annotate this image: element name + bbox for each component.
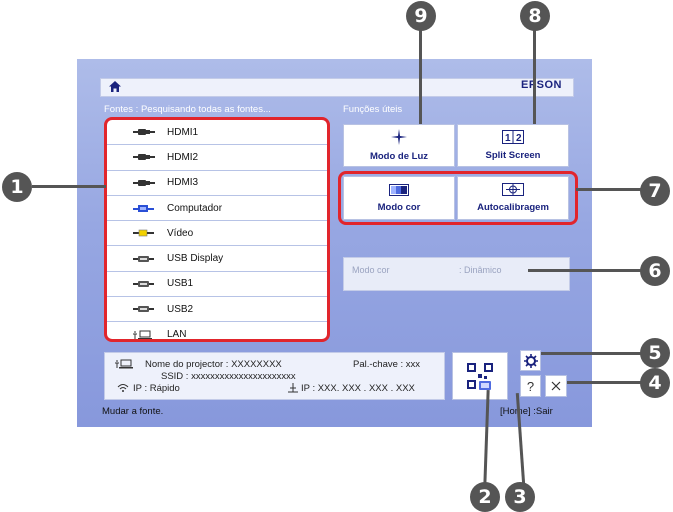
light-mode-tile[interactable]: Modo de Luz bbox=[343, 124, 455, 167]
lan-icon bbox=[115, 359, 133, 369]
callout-8: 8 bbox=[520, 1, 550, 31]
light-mode-label: Modo de Luz bbox=[369, 151, 429, 162]
source-label: USB Display bbox=[167, 253, 224, 265]
sources-label: Fontes : Pesquisando todas as fontes... bbox=[104, 104, 271, 115]
hdmi-icon bbox=[133, 179, 167, 187]
callout-9: 9 bbox=[406, 1, 436, 31]
settings-button[interactable] bbox=[520, 350, 541, 371]
source-label: Vídeo bbox=[167, 227, 194, 239]
wifi-icon bbox=[117, 384, 129, 392]
top-bar bbox=[100, 78, 574, 97]
usb-icon bbox=[133, 280, 167, 288]
split-screen-icon: 12 bbox=[502, 130, 524, 144]
leader-line-8 bbox=[533, 24, 536, 124]
source-item-lan[interactable]: LAN bbox=[107, 322, 327, 341]
light-mode-icon bbox=[391, 129, 407, 145]
source-label: HDMI2 bbox=[167, 151, 199, 163]
split-screen-label: Split Screen bbox=[485, 150, 541, 161]
home-icon[interactable] bbox=[108, 80, 122, 93]
lan-icon bbox=[133, 330, 167, 339]
callout-6: 6 bbox=[640, 256, 670, 286]
auto-calibration-tile[interactable]: Autocalibragem bbox=[457, 176, 569, 220]
source-label: Computador bbox=[167, 202, 223, 214]
auto-calibration-label: Autocalibragem bbox=[477, 202, 549, 213]
ssid: SSID : xxxxxxxxxxxxxxxxxxxxxx bbox=[161, 371, 296, 382]
source-label: USB1 bbox=[167, 278, 194, 290]
gear-icon bbox=[523, 353, 538, 368]
computer-icon bbox=[133, 204, 167, 213]
home-exit-hint: [Home] :Sair bbox=[500, 406, 553, 417]
help-icon: ? bbox=[526, 378, 535, 394]
source-item-usb2[interactable]: USB2 bbox=[107, 297, 327, 323]
callout-7: 7 bbox=[640, 176, 670, 206]
callout-5: 5 bbox=[640, 338, 670, 368]
close-button[interactable] bbox=[545, 375, 567, 397]
ip-mode: IP : Rápido bbox=[133, 383, 180, 394]
callout-1: 1 bbox=[2, 172, 32, 202]
usb-display-icon bbox=[133, 255, 167, 263]
wired-icon bbox=[288, 383, 298, 393]
source-label: LAN bbox=[167, 329, 187, 341]
source-item-hdmi3[interactable]: HDMI3 bbox=[107, 171, 327, 196]
brand-logo: EPSON bbox=[520, 79, 562, 91]
color-mode-icon bbox=[389, 183, 409, 196]
auto-calibration-icon bbox=[502, 183, 524, 196]
qr-code-icon bbox=[467, 363, 493, 390]
leader-line-1 bbox=[32, 185, 106, 188]
leader-line-6 bbox=[528, 269, 642, 272]
leader-line-5 bbox=[541, 352, 642, 355]
video-icon bbox=[133, 229, 167, 237]
hdmi-icon bbox=[133, 128, 167, 136]
usb-icon bbox=[133, 305, 167, 313]
color-mode-label: Modo cor bbox=[377, 201, 421, 213]
leader-line-4 bbox=[567, 381, 642, 384]
passkey: Pal.-chave : xxx bbox=[353, 359, 421, 370]
ip-address: IP : XXX. XXX . XXX . XXX bbox=[301, 383, 415, 394]
qr-code-button[interactable] bbox=[452, 352, 508, 400]
callout-3: 3 bbox=[505, 482, 535, 512]
source-item-hdmi1[interactable]: HDMI1 bbox=[107, 120, 327, 146]
source-item-video[interactable]: Vídeo bbox=[107, 221, 327, 247]
source-item-hdmi2[interactable]: HDMI2 bbox=[107, 145, 327, 171]
source-item-usb-display[interactable]: USB Display bbox=[107, 246, 327, 272]
source-list: HDMI1 HDMI2 HDMI3 Computador Vídeo USB D… bbox=[104, 117, 330, 342]
close-icon bbox=[551, 381, 561, 391]
source-item-computer[interactable]: Computador bbox=[107, 196, 327, 222]
source-label: HDMI3 bbox=[167, 177, 199, 189]
callout-4: 4 bbox=[640, 368, 670, 398]
source-label: USB2 bbox=[167, 303, 194, 315]
split-screen-tile[interactable]: 12 Split Screen bbox=[457, 124, 569, 167]
projector-info-panel: Nome do projector : XXXXXXXX Pal.-chave … bbox=[104, 352, 445, 400]
color-mode-tile[interactable]: Modo cor bbox=[343, 176, 455, 220]
source-item-usb1[interactable]: USB1 bbox=[107, 272, 327, 298]
status-text: Mudar a fonte. bbox=[102, 406, 164, 417]
color-mode-readout-value: : Dinâmico bbox=[459, 265, 502, 275]
leader-line-9 bbox=[419, 24, 422, 124]
color-mode-readout: Modo cor : Dinâmico bbox=[343, 257, 570, 291]
functions-label: Funções úteis bbox=[343, 104, 403, 115]
callout-2: 2 bbox=[470, 482, 500, 512]
leader-line-7 bbox=[576, 188, 642, 191]
projector-name: Nome do projector : XXXXXXXX bbox=[145, 359, 282, 370]
svg-text:1: 1 bbox=[505, 133, 511, 144]
help-button[interactable]: ? bbox=[520, 375, 541, 397]
color-mode-readout-label: Modo cor bbox=[352, 265, 390, 275]
source-label: HDMI1 bbox=[167, 126, 199, 138]
hdmi-icon bbox=[133, 153, 167, 161]
svg-text:2: 2 bbox=[516, 133, 522, 144]
